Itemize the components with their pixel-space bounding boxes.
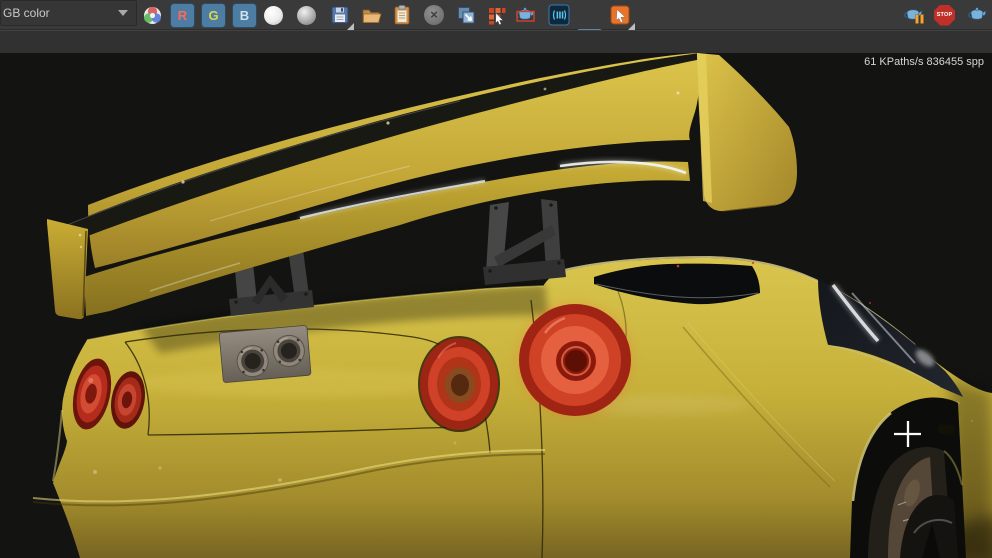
render-stats: 61 KPaths/s 836455 spp bbox=[864, 56, 984, 68]
color-wheel-icon bbox=[142, 5, 163, 26]
clear-image-button[interactable]: × bbox=[424, 3, 444, 27]
stop-render-button[interactable]: STOP bbox=[934, 3, 955, 27]
blue-channel-label: B bbox=[240, 8, 249, 23]
folder-open-icon bbox=[360, 4, 384, 26]
green-channel-button[interactable]: G bbox=[201, 3, 226, 28]
taillight-right-inner bbox=[515, 300, 635, 420]
framebuffer-toolbar: GB color R G B bbox=[0, 0, 992, 30]
car-render bbox=[0, 53, 992, 558]
channel-dropdown-value: GB color bbox=[1, 6, 118, 20]
wing-mount-plate bbox=[219, 325, 311, 382]
taillight-right-outer bbox=[418, 336, 500, 432]
green-channel-label: G bbox=[208, 8, 218, 23]
teapot-pause-icon bbox=[902, 4, 927, 26]
clone-buffer-button[interactable] bbox=[455, 3, 477, 27]
clipboard-button[interactable] bbox=[392, 3, 412, 27]
plugin-badge-icon bbox=[548, 4, 570, 26]
flyout-corner bbox=[347, 23, 354, 30]
save-image-button[interactable] bbox=[329, 3, 351, 27]
region-render-button[interactable] bbox=[513, 3, 538, 27]
clipboard-icon bbox=[392, 4, 412, 26]
white-sphere-icon bbox=[264, 6, 283, 25]
stop-sign-icon: STOP bbox=[934, 5, 955, 26]
reflection-dot bbox=[752, 262, 754, 264]
reflection-dot bbox=[677, 265, 680, 268]
stop-label: STOP bbox=[937, 12, 953, 18]
x-circle-icon: × bbox=[424, 5, 444, 25]
chevron-down-icon bbox=[118, 10, 128, 16]
channel-dropdown[interactable]: GB color bbox=[0, 0, 137, 26]
render-frame-window: GB color R G B bbox=[0, 0, 992, 558]
toolbar-spacer-strip bbox=[0, 30, 992, 53]
white-sphere-button[interactable] bbox=[264, 3, 283, 27]
plugin-badge-button[interactable] bbox=[548, 3, 570, 27]
render-viewport[interactable]: 61 KPaths/s 836455 spp bbox=[0, 53, 992, 558]
color-wheel-button[interactable] bbox=[142, 3, 163, 27]
teapot-region-icon bbox=[513, 4, 538, 26]
pixel-picker-button[interactable] bbox=[486, 3, 507, 27]
flyout-corner bbox=[628, 23, 635, 30]
gray-sphere-icon bbox=[297, 6, 316, 25]
clone-icon bbox=[455, 4, 477, 26]
pixel-picker-icon bbox=[486, 5, 507, 26]
object-picker-button[interactable] bbox=[609, 3, 632, 27]
blue-channel-button[interactable]: B bbox=[232, 3, 257, 28]
start-render-button[interactable] bbox=[965, 3, 991, 27]
gray-sphere-button[interactable] bbox=[297, 3, 316, 27]
pause-render-button[interactable] bbox=[902, 3, 927, 27]
teapot-render-icon bbox=[965, 4, 991, 26]
open-image-button[interactable] bbox=[360, 3, 384, 27]
red-channel-button[interactable]: R bbox=[170, 3, 195, 28]
red-channel-label: R bbox=[178, 8, 187, 23]
